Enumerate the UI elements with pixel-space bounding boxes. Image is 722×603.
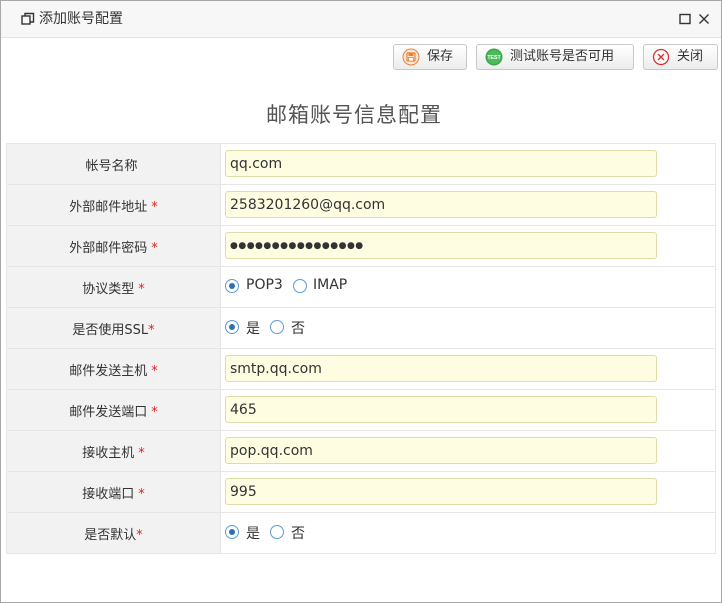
test-icon-text: TEST — [487, 55, 501, 61]
form-row-email-password: 外部邮件密码 * — [6, 225, 716, 267]
test-icon: TEST — [485, 48, 503, 66]
test-account-button[interactable]: TEST 测试账号是否可用 — [476, 44, 634, 70]
save-button-label: 保存 — [427, 49, 454, 64]
default-no-label[interactable]: 否 — [291, 523, 305, 543]
dialog-window: 添加账号配置 保存 TEST 测试账号是否可用 关闭 邮箱账号信息配置 帐号名称… — [0, 0, 722, 603]
smtp-port-label: 邮件发送端口 * — [6, 389, 221, 431]
receive-port-input[interactable] — [225, 478, 657, 505]
toolbar: 保存 TEST 测试账号是否可用 关闭 — [1, 38, 721, 78]
email-address-input[interactable] — [225, 191, 657, 218]
form-row-smtp-port: 邮件发送端口 * — [6, 389, 716, 431]
form-row-protocol-type: 协议类型 * POP3 IMAP — [6, 266, 716, 308]
maximize-icon[interactable] — [677, 11, 693, 27]
ssl-no-radio[interactable] — [270, 320, 284, 334]
account-name-label: 帐号名称 — [6, 143, 221, 185]
default-no-radio[interactable] — [270, 525, 284, 539]
ssl-yes-radio[interactable] — [225, 320, 239, 334]
email-password-input[interactable] — [225, 232, 657, 259]
use-ssl-label: 是否使用SSL* — [6, 307, 221, 349]
form-title: 邮箱账号信息配置 — [266, 103, 442, 127]
email-password-label: 外部邮件密码 * — [6, 225, 221, 267]
default-yes-label[interactable]: 是 — [246, 523, 260, 543]
close-button-label: 关闭 — [677, 49, 704, 64]
form-row-receive-host: 接收主机 * — [6, 430, 716, 472]
receive-host-input[interactable] — [225, 437, 657, 464]
ssl-yes-label[interactable]: 是 — [246, 318, 260, 338]
smtp-port-input[interactable] — [225, 396, 657, 423]
protocol-type-label: 协议类型 * — [6, 266, 221, 308]
title-bar: 添加账号配置 — [1, 1, 721, 38]
test-account-button-label: 测试账号是否可用 — [510, 49, 615, 64]
receive-host-label: 接收主机 * — [6, 430, 221, 472]
form-row-use-ssl: 是否使用SSL* 是 否 — [6, 307, 716, 349]
account-config-form: 帐号名称 外部邮件地址* 外部邮件密码* 协议类型* POP3 IMAP 是否使… — [6, 143, 716, 554]
dialog-title: 添加账号配置 — [39, 11, 123, 27]
form-row-account-name: 帐号名称 — [6, 143, 716, 185]
protocol-imap-label[interactable]: IMAP — [313, 277, 347, 293]
protocol-imap-radio[interactable] — [293, 279, 307, 293]
receive-port-label: 接收端口 * — [6, 471, 221, 513]
save-button[interactable]: 保存 — [393, 44, 467, 70]
form-row-is-default: 是否默认* 是 否 — [6, 512, 716, 554]
form-row-receive-port: 接收端口 * — [6, 471, 716, 513]
close-circle-icon — [652, 48, 670, 66]
form-row-email-address: 外部邮件地址 * — [6, 184, 716, 226]
protocol-pop3-radio[interactable] — [225, 279, 239, 293]
smtp-host-input[interactable] — [225, 355, 657, 382]
ssl-no-label[interactable]: 否 — [291, 318, 305, 338]
window-restore-icon — [21, 12, 35, 25]
smtp-host-label: 邮件发送主机 * — [6, 348, 221, 390]
close-icon[interactable] — [696, 11, 712, 27]
form-row-smtp-host: 邮件发送主机 * — [6, 348, 716, 390]
email-address-label: 外部邮件地址 * — [6, 184, 221, 226]
account-name-input[interactable] — [225, 150, 657, 177]
default-yes-radio[interactable] — [225, 525, 239, 539]
close-button[interactable]: 关闭 — [643, 44, 718, 70]
save-icon — [402, 48, 420, 66]
is-default-label: 是否默认* — [6, 512, 221, 554]
protocol-pop3-label[interactable]: POP3 — [246, 277, 283, 293]
